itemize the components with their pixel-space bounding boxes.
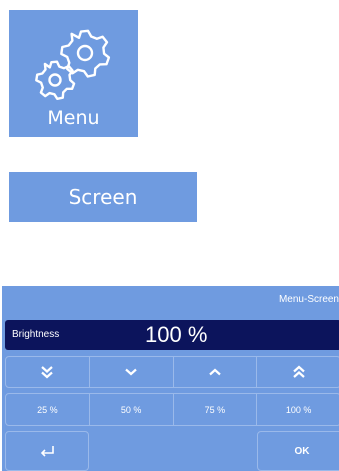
increase-button[interactable] xyxy=(172,357,257,387)
preset-25-button[interactable]: 25 % xyxy=(6,394,89,425)
chevron-down-icon xyxy=(125,368,137,376)
brightness-display: Brightness 100 % xyxy=(5,320,339,350)
decrease-fast-button[interactable] xyxy=(6,357,89,387)
preset-75-button[interactable]: 75 % xyxy=(172,394,257,425)
ok-button[interactable]: OK xyxy=(257,431,339,471)
menu-tile[interactable]: Menu xyxy=(9,10,138,137)
gears-icon xyxy=(35,29,111,100)
increase-fast-button[interactable] xyxy=(256,357,339,387)
decrease-button[interactable] xyxy=(88,357,173,387)
brightness-step-buttons xyxy=(5,356,339,388)
menu-label: Menu xyxy=(47,107,100,129)
brightness-presets: 25 % 50 % 75 % 100 % xyxy=(5,393,339,426)
return-arrow-icon xyxy=(40,446,54,457)
chevron-up-icon xyxy=(209,368,221,376)
double-chevron-up-icon xyxy=(292,365,305,378)
menu-screen-panel: Menu-Screen Brightness 100 % 25 % 50 % 7… xyxy=(2,286,339,471)
panel-title: Menu-Screen xyxy=(278,294,339,305)
preset-50-button[interactable]: 50 % xyxy=(88,394,173,425)
double-chevron-down-icon xyxy=(41,366,54,379)
screen-button[interactable]: Screen xyxy=(9,172,197,222)
back-button[interactable] xyxy=(5,431,89,471)
preset-100-button[interactable]: 100 % xyxy=(256,394,339,425)
brightness-label: Brightness xyxy=(12,329,60,340)
brightness-value: 100 % xyxy=(145,322,208,347)
